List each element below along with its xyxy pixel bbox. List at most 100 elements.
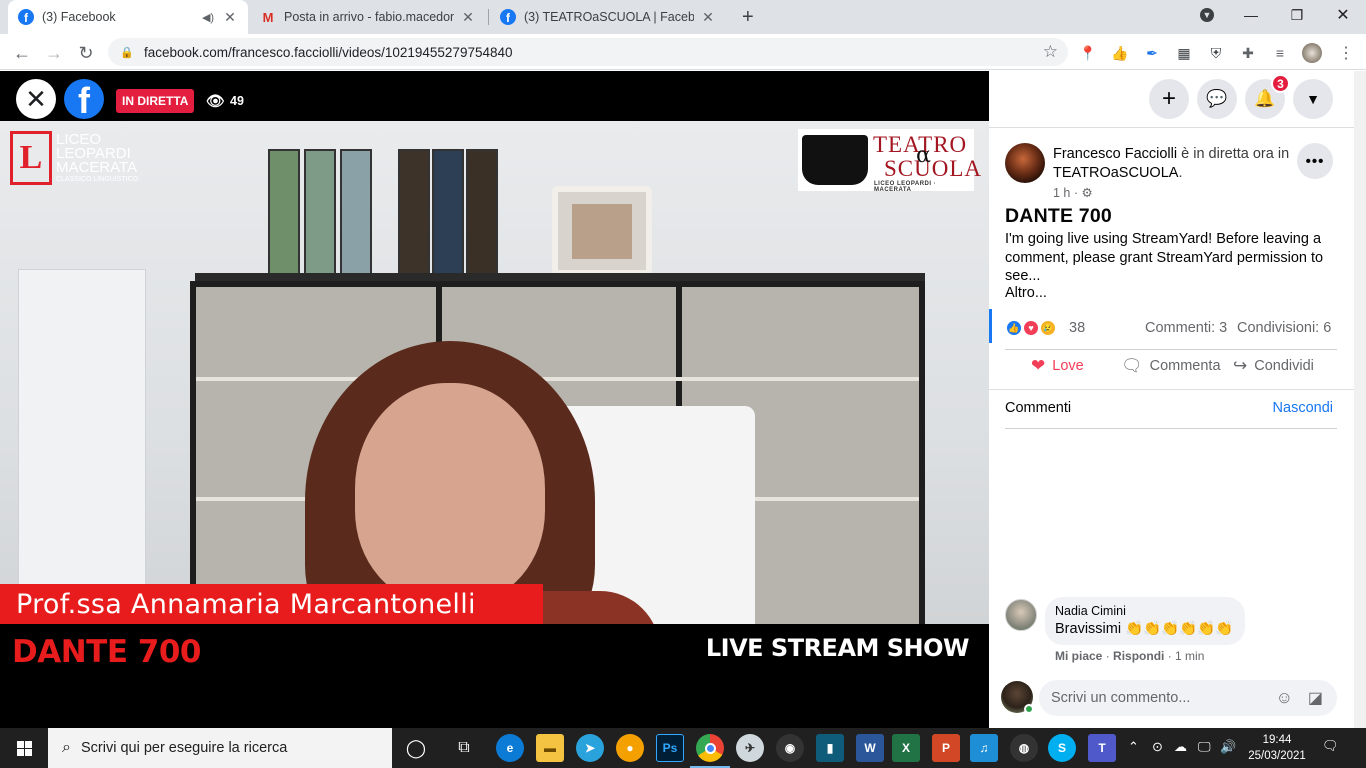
browser-tab-facebook[interactable]: f (3) Facebook ◀) ✕: [8, 0, 248, 34]
comments-count[interactable]: Commenti: 3: [1145, 320, 1227, 336]
panel-scrollbar[interactable]: [1354, 71, 1366, 728]
windows-logo-icon: [16, 740, 32, 756]
reload-icon[interactable]: ↻: [72, 39, 100, 67]
music-icon[interactable]: ♫: [970, 734, 998, 762]
love-button[interactable]: ❤ Love: [1031, 356, 1084, 376]
browser-tab-gmail[interactable]: M Posta in arrivo - fabio.macedoni@ ✕: [250, 0, 486, 34]
messenger-button[interactable]: 💬: [1197, 79, 1237, 119]
binder: [340, 149, 372, 275]
comment-like-link[interactable]: Mi piace: [1055, 649, 1102, 663]
author-avatar[interactable]: [1005, 143, 1045, 183]
hide-comments-link[interactable]: Nascondi: [1273, 400, 1333, 416]
binder: [304, 149, 336, 275]
media-control-icon[interactable]: ≡: [1270, 43, 1290, 63]
davinci-icon[interactable]: ◍: [1010, 734, 1038, 762]
see-more-link[interactable]: Altro...: [1005, 285, 1047, 301]
close-tab-icon[interactable]: ✕: [700, 9, 716, 25]
close-window-icon[interactable]: ✕: [1320, 0, 1366, 30]
book-mask-icon: [802, 135, 868, 185]
restore-icon[interactable]: ❐: [1274, 0, 1320, 30]
start-button[interactable]: [0, 728, 48, 768]
location-extension-icon[interactable]: 📍: [1078, 43, 1098, 63]
shares-count[interactable]: Condivisioni: 6: [1237, 320, 1331, 336]
app-icon[interactable]: ✈: [736, 734, 764, 762]
tab-separator: [488, 9, 489, 25]
reaction-count[interactable]: 38: [1069, 320, 1085, 336]
author-name[interactable]: Francesco Facciolli: [1053, 146, 1177, 162]
volume-icon[interactable]: 🔊: [1220, 739, 1236, 755]
browser-menu-icon[interactable]: ⋮: [1336, 43, 1356, 63]
facebook-icon: f: [18, 9, 34, 25]
sticker-icon[interactable]: ◪: [1308, 688, 1323, 708]
word-icon[interactable]: W: [856, 734, 884, 762]
system-clock[interactable]: 19:44 25/03/2021: [1240, 732, 1314, 764]
minimize-icon[interactable]: —: [1228, 0, 1274, 30]
teams-icon[interactable]: T: [1088, 734, 1116, 762]
close-tab-icon[interactable]: ✕: [460, 9, 476, 25]
love-reaction-icon[interactable]: ♥: [1022, 319, 1040, 337]
bookmark-star-icon[interactable]: ☆: [1043, 42, 1058, 62]
close-video-icon[interactable]: ✕: [16, 79, 56, 119]
network-icon[interactable]: 🖵: [1198, 739, 1211, 755]
close-tab-icon[interactable]: ✕: [222, 9, 238, 25]
heart-icon: ❤: [1031, 356, 1046, 375]
browser-toolbar: ← → ↻ 🔒 facebook.com/francesco.facciolli…: [0, 34, 1366, 70]
puzzle-extensions-icon[interactable]: ✚: [1238, 43, 1258, 63]
comment-button[interactable]: 🗨 Commenta: [1121, 356, 1221, 376]
like-reaction-icon[interactable]: 👍: [1005, 319, 1023, 337]
chrome-icon[interactable]: [696, 734, 724, 762]
shield-extension-icon[interactable]: ⛨: [1206, 43, 1226, 63]
video-top-bar: ✕ f IN DIRETTA 👁 49: [0, 71, 989, 121]
new-tab-button[interactable]: +: [732, 0, 762, 34]
skype-icon[interactable]: S: [1048, 734, 1076, 762]
share-button[interactable]: ↪ Condividi: [1233, 356, 1314, 376]
telegram-icon[interactable]: ➤: [576, 734, 604, 762]
cortana-icon[interactable]: ◯: [402, 734, 430, 762]
browser-tab-teatroascuola[interactable]: f (3) TEATROaSCUOLA | Facebook ✕: [490, 0, 726, 34]
write-comment-placeholder: Scrivi un commento...: [1051, 690, 1191, 706]
excel-icon[interactable]: X: [892, 734, 920, 762]
tray-app-icon[interactable]: ☁: [1174, 739, 1187, 755]
speaker-icon[interactable]: ◀): [200, 9, 216, 25]
pen-extension-icon[interactable]: ✒: [1142, 43, 1162, 63]
edge-icon[interactable]: e: [496, 734, 524, 762]
comment-reply-link[interactable]: Rispondi: [1113, 649, 1164, 663]
photoshop-icon[interactable]: Ps: [656, 734, 684, 762]
commenter-name[interactable]: Nadia Cimini: [1055, 604, 1233, 618]
page-name[interactable]: TEATROaSCUOLA: [1053, 165, 1178, 181]
app-icon[interactable]: ●: [616, 734, 644, 762]
live-video-player[interactable]: L LICEO LEOPARDI MACERATA CLASSICO LINGU…: [0, 71, 989, 728]
binder: [398, 149, 430, 275]
tray-app-icon[interactable]: ⊙: [1152, 739, 1163, 755]
powerpoint-icon[interactable]: P: [932, 734, 960, 762]
commenter-avatar[interactable]: [1005, 599, 1037, 631]
taskbar-search-input[interactable]: ⌕ Scrivi qui per eseguire la ricerca: [48, 728, 392, 768]
write-comment-input[interactable]: Scrivi un commento... ☺ ◪: [1039, 680, 1337, 716]
post-options-button[interactable]: •••: [1297, 143, 1333, 179]
lock-icon: 🔒: [120, 46, 134, 59]
comment-time[interactable]: 1 min: [1175, 649, 1204, 663]
post-body: I'm going live using StreamYard! Before …: [1005, 231, 1324, 284]
address-bar[interactable]: 🔒 facebook.com/francesco.facciolli/video…: [108, 38, 1068, 66]
sad-reaction-icon[interactable]: 😢: [1039, 319, 1057, 337]
task-view-icon[interactable]: ⧉: [450, 734, 478, 762]
facebook-logo-icon[interactable]: f: [64, 79, 104, 119]
tab-search-icon[interactable]: ▼: [1184, 0, 1230, 30]
file-explorer-icon[interactable]: ▬: [536, 734, 564, 762]
back-icon[interactable]: ←: [8, 39, 36, 67]
create-button[interactable]: +: [1149, 79, 1189, 119]
action-center-icon[interactable]: 🗨: [1322, 738, 1344, 758]
tray-expand-icon[interactable]: ⌃: [1128, 739, 1139, 755]
divider: [1005, 428, 1337, 429]
forward-icon[interactable]: →: [40, 39, 68, 67]
grid-extension-icon[interactable]: ▦: [1174, 43, 1194, 63]
account-menu-button[interactable]: ▼: [1293, 79, 1333, 119]
emoji-icon[interactable]: ☺: [1276, 688, 1293, 708]
divider: [989, 389, 1354, 390]
obs-icon[interactable]: ◉: [776, 734, 804, 762]
thumb-extension-icon[interactable]: 👍: [1110, 43, 1130, 63]
post-time[interactable]: 1 h · ⚙: [1053, 185, 1093, 200]
profile-avatar-icon[interactable]: [1302, 43, 1322, 63]
show-tagline: LIVE STREAM SHOW: [705, 634, 970, 662]
app-icon[interactable]: ▮: [816, 734, 844, 762]
